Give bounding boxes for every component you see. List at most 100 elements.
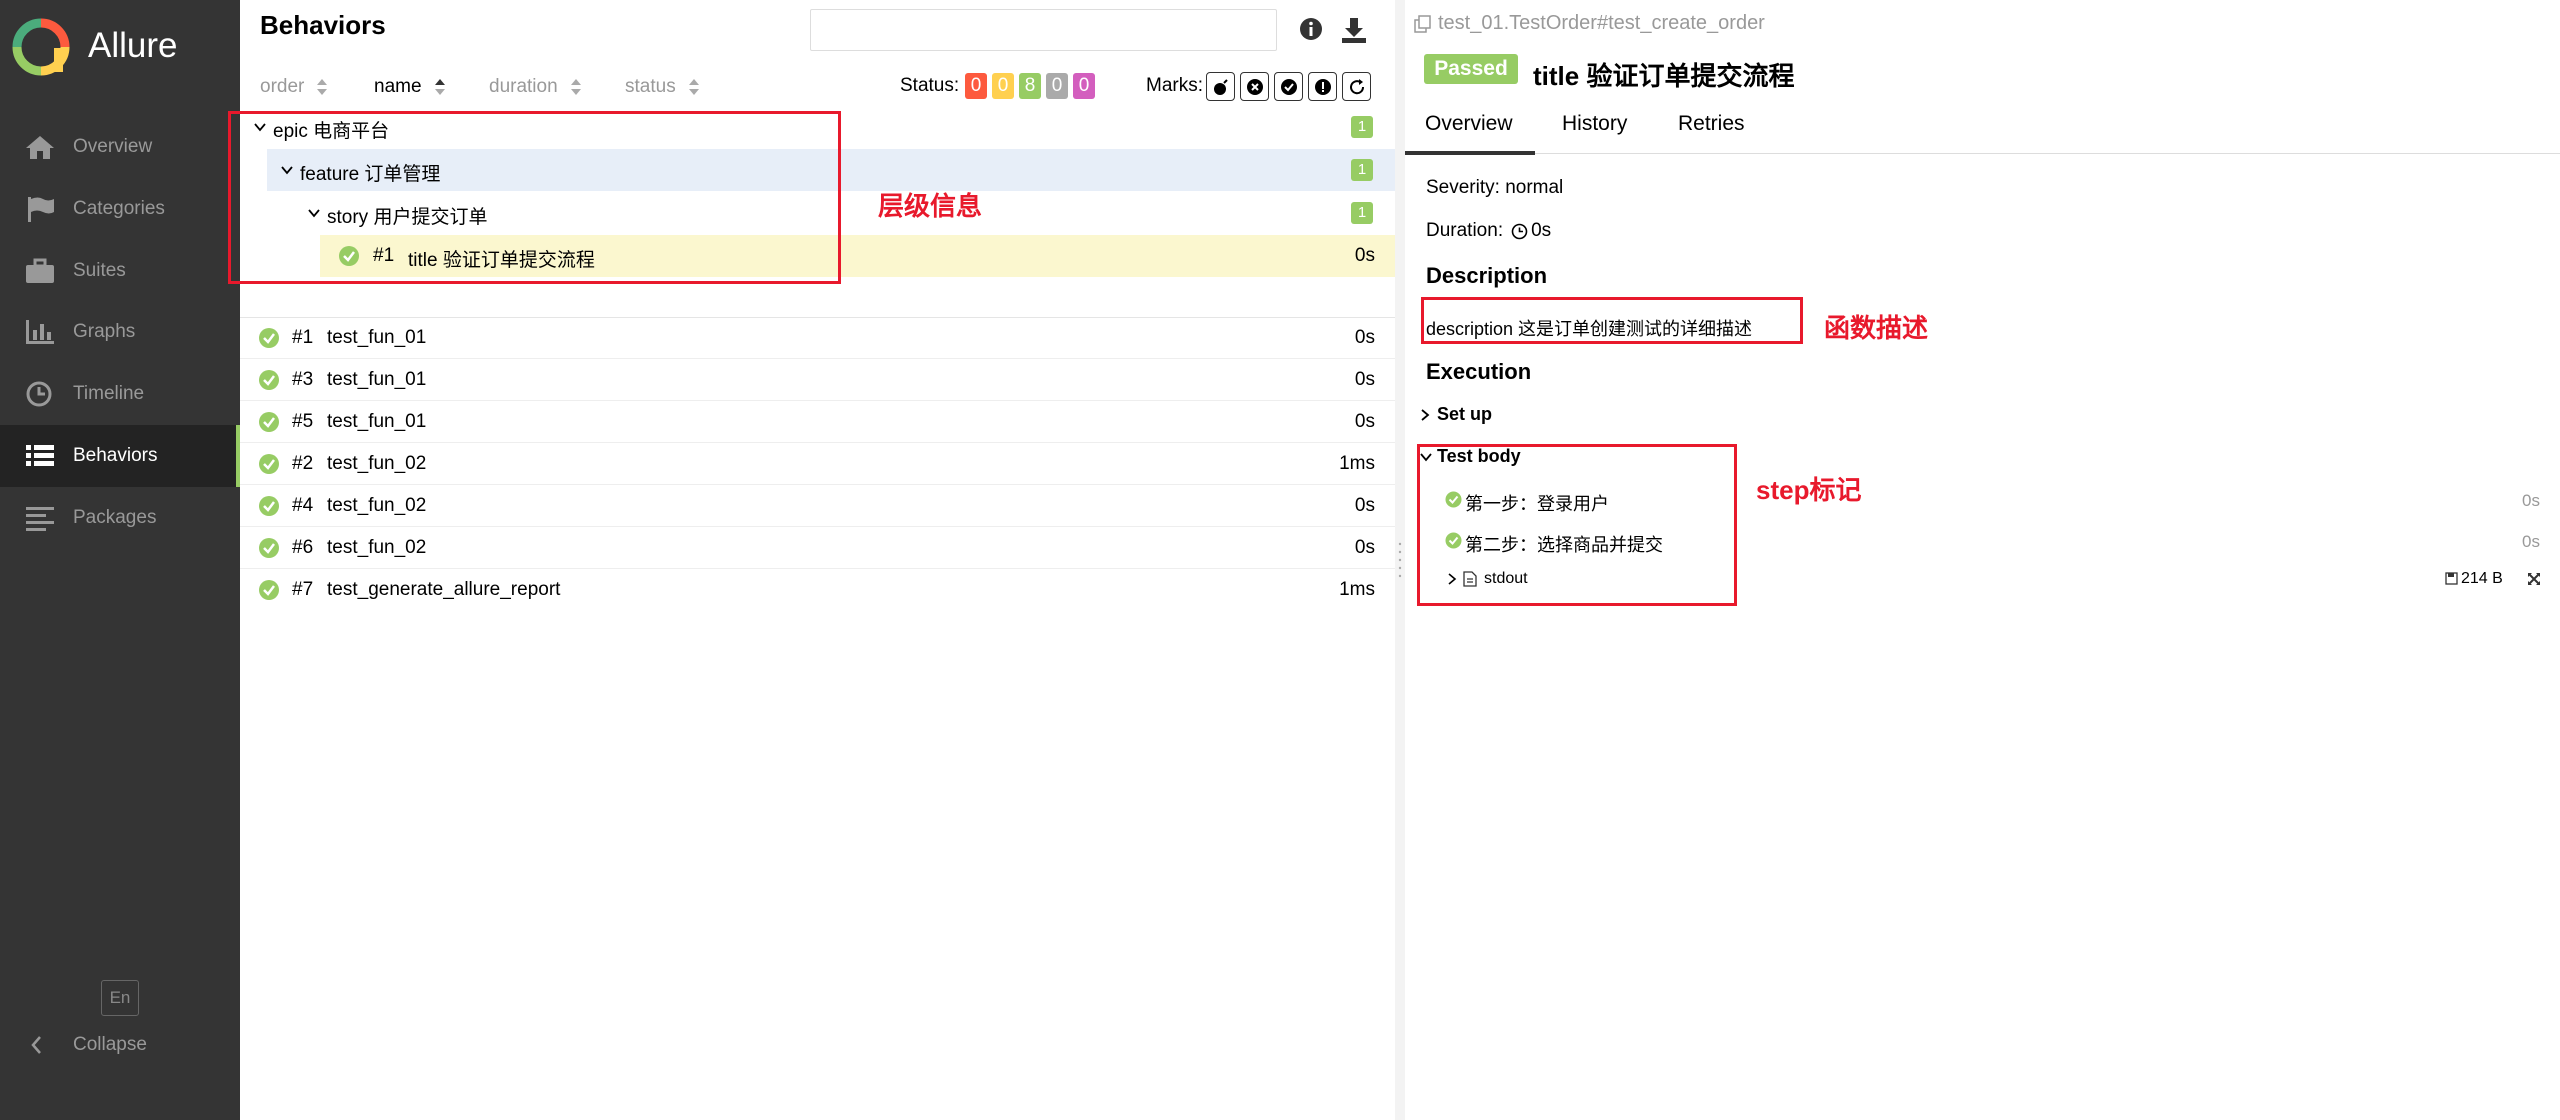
sort-icon — [570, 79, 581, 95]
sort-asc-icon — [434, 79, 445, 95]
sidebar-item-packages[interactable]: Packages — [0, 487, 240, 549]
sidebar-item-label: Graphs — [73, 321, 136, 342]
sidebar-item-behaviors[interactable]: Behaviors — [0, 425, 240, 487]
copy-icon[interactable] — [1413, 14, 1433, 34]
sidebar-item-label: Overview — [73, 136, 153, 157]
test-row[interactable]: #4 test_fun_02 0s — [240, 485, 1395, 527]
severity-text: Severity: normal — [1426, 177, 1564, 198]
test-duration: 0s — [1354, 327, 1375, 348]
execution-heading: Execution — [1426, 359, 1532, 384]
align-left-icon — [26, 507, 54, 531]
test-duration: 0s — [1354, 537, 1375, 558]
sidebar-item-suites[interactable]: Suites — [0, 240, 240, 302]
test-title: title 验证订单提交流程 — [1533, 61, 1795, 91]
status-badge: Passed — [1424, 54, 1518, 84]
mark-retries-toggle[interactable] — [1342, 72, 1371, 101]
status-passed-toggle[interactable]: 8 — [1019, 73, 1041, 99]
sort-order[interactable]: order — [260, 76, 328, 98]
flag-icon — [28, 197, 54, 222]
mark-new-broken-toggle[interactable] — [1308, 72, 1337, 101]
test-name: test_fun_01 — [327, 369, 427, 390]
page-title: Behaviors — [260, 10, 386, 40]
status-unknown-toggle[interactable]: 0 — [1073, 73, 1095, 99]
drag-handle-icon[interactable] — [1398, 540, 1402, 580]
test-name: test_fun_02 — [327, 453, 427, 474]
test-duration: 0s — [1354, 369, 1375, 390]
tabs-divider — [1405, 153, 2560, 154]
annotation-label-steps: step标记 — [1756, 475, 1862, 505]
setup-label: Set up — [1437, 404, 1493, 424]
language-button[interactable]: En — [101, 980, 139, 1016]
mark-new-failed-toggle[interactable] — [1240, 72, 1269, 101]
sort-duration[interactable]: duration — [489, 76, 582, 98]
status-skipped-toggle[interactable]: 0 — [1046, 73, 1068, 99]
home-icon — [26, 136, 54, 159]
passed-status-icon — [259, 370, 279, 390]
collapse-button[interactable]: Collapse — [73, 1034, 147, 1056]
test-duration: 1ms — [1339, 579, 1375, 600]
sidebar-item-label: Timeline — [73, 383, 145, 404]
test-name: test_fun_02 — [327, 495, 427, 516]
passed-status-icon — [259, 580, 279, 600]
test-row[interactable]: #2 test_fun_02 1ms — [240, 443, 1395, 485]
exclamation-circle-icon — [1314, 78, 1331, 95]
test-row[interactable]: #3 test_fun_01 0s — [240, 359, 1395, 401]
active-tab-indicator — [1405, 151, 1535, 155]
test-number: #1 — [292, 327, 314, 348]
sidebar-item-overview[interactable]: Overview — [0, 116, 240, 178]
attachment-size: 214 B — [2461, 570, 2503, 587]
setup-toggle[interactable]: Set up — [1419, 404, 1492, 425]
save-icon — [2445, 572, 2458, 585]
column-header-duration: duration — [489, 76, 558, 97]
test-row[interactable]: #5 test_fun_01 0s — [240, 401, 1395, 443]
search-input[interactable] — [810, 9, 1277, 51]
count-badge: 1 — [1351, 159, 1373, 181]
tab-retries[interactable]: Retries — [1678, 112, 1745, 136]
check-circle-icon — [1280, 78, 1297, 95]
mark-new-passed-toggle[interactable] — [1274, 72, 1303, 101]
sidebar: Allure Overview Categories Suites Graphs… — [0, 0, 240, 1120]
test-duration: 0s — [1354, 411, 1375, 432]
sort-status[interactable]: status — [625, 76, 700, 98]
column-header-name: name — [374, 76, 422, 97]
test-number: #2 — [292, 453, 314, 474]
bar-chart-icon — [26, 320, 54, 344]
expand-icon[interactable] — [2526, 571, 2542, 587]
sort-name[interactable]: name — [374, 76, 446, 98]
annotation-label-hierarchy: 层级信息 — [878, 191, 983, 221]
mark-flaky-toggle[interactable] — [1206, 72, 1235, 101]
clock-icon — [1511, 223, 1528, 239]
brand-title[interactable]: Allure — [88, 26, 177, 66]
test-duration: 0s — [1354, 495, 1375, 516]
bomb-icon — [1213, 78, 1228, 95]
test-duration: 1ms — [1339, 453, 1375, 474]
step-duration: 0s — [2522, 491, 2540, 510]
test-row[interactable]: #7 test_generate_allure_report 1ms — [240, 569, 1395, 611]
status-failed-toggle[interactable]: 0 — [965, 73, 987, 99]
refresh-icon — [1349, 78, 1364, 94]
test-number: #5 — [292, 411, 314, 432]
sidebar-item-label: Packages — [73, 507, 157, 528]
chevron-right-icon — [1421, 408, 1430, 421]
test-row[interactable]: #1 test_fun_01 0s — [240, 317, 1395, 359]
column-header-status: status — [625, 76, 676, 97]
allure-logo-icon[interactable] — [12, 18, 70, 76]
tab-history[interactable]: History — [1562, 112, 1627, 136]
info-icon[interactable] — [1299, 17, 1323, 41]
annotation-box-description — [1421, 297, 1803, 344]
test-number: #7 — [292, 579, 314, 600]
sidebar-item-graphs[interactable]: Graphs — [0, 301, 240, 363]
test-number: #6 — [292, 537, 314, 558]
sidebar-item-timeline[interactable]: Timeline — [0, 363, 240, 425]
status-filter-label: Status: — [900, 75, 960, 96]
sort-icon — [317, 79, 328, 95]
download-icon[interactable] — [1340, 16, 1368, 44]
tab-overview[interactable]: Overview — [1425, 112, 1513, 136]
passed-status-icon — [259, 538, 279, 558]
status-broken-toggle[interactable]: 0 — [992, 73, 1014, 99]
duration-info: Duration: 0s — [1426, 220, 1551, 242]
sidebar-item-categories[interactable]: Categories — [0, 178, 240, 240]
chevron-left-icon[interactable] — [28, 1033, 44, 1057]
test-row[interactable]: #6 test_fun_02 0s — [240, 527, 1395, 569]
marks-filter-label: Marks: — [1146, 75, 1203, 96]
